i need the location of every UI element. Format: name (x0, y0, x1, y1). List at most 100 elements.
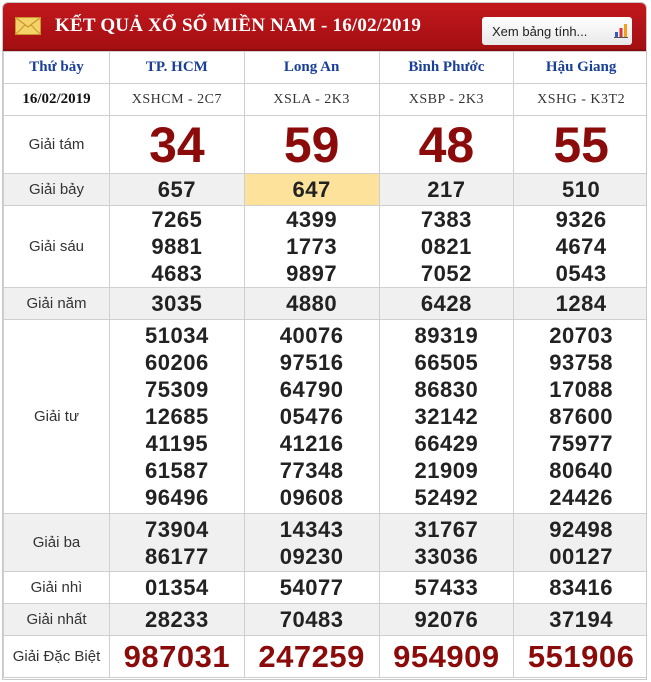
prize-cell: 4399 1773 9897 (243, 205, 380, 288)
view-table-label: Xem bảng tính... (492, 23, 588, 39)
province-code: XSBP - 2K3 (378, 83, 515, 116)
prize-number: 09608 (279, 485, 344, 510)
prize-number: 0821 (420, 234, 472, 259)
prize-number: 92498 (549, 516, 613, 542)
prize-number: 41216 (279, 431, 344, 456)
prize-number: 7265 (151, 207, 203, 232)
special-prize-number: 551906 (513, 635, 646, 678)
day-label: Thứ bảy (3, 51, 110, 84)
province-name[interactable]: Long An (243, 51, 380, 84)
prize-number: 6428 (378, 287, 515, 320)
prize-number: 3035 (109, 287, 245, 320)
prize-number: 4399 (286, 207, 338, 232)
prize-number: 96496 (145, 485, 209, 510)
prize-number: 4674 (555, 234, 607, 259)
results-panel: KẾT QUẢ XỔ SỐ MIỀN NAM - 16/02/2019 Xem … (2, 2, 647, 680)
special-prize-number: 247259 (243, 635, 380, 678)
prize-number: 4880 (243, 287, 380, 320)
prize-label: Giải Đặc Biệt (3, 635, 110, 678)
prize-number: 28233 (109, 603, 245, 636)
prize-row-g6: Giải sáu 7265 9881 4683 4399 1773 9897 7… (3, 205, 646, 288)
province-name[interactable]: Bình Phước (378, 51, 515, 84)
header-bar: KẾT QUẢ XỔ SỐ MIỀN NAM - 16/02/2019 Xem … (3, 3, 646, 51)
prize-label: Giải nhất (3, 603, 110, 636)
prize-number: 92076 (378, 603, 515, 636)
prize-number: 48 (378, 115, 515, 174)
prize-cell: 20703 93758 17088 87600 75977 80640 2442… (513, 319, 646, 514)
prize-number: 41195 (145, 431, 209, 456)
page-title: KẾT QUẢ XỔ SỐ MIỀN NAM - 16/02/2019 (55, 15, 422, 36)
prize-number: 51034 (145, 323, 209, 348)
province-name[interactable]: Hậu Giang (513, 51, 646, 84)
prize-number: 9897 (286, 261, 338, 286)
prize-number: 14343 (279, 516, 344, 542)
prize-number: 54077 (243, 571, 380, 604)
prize-number: 05476 (279, 404, 344, 429)
prize-number: 73904 (145, 516, 209, 542)
prize-cell: 51034 60206 75309 12685 41195 61587 9649… (109, 319, 245, 514)
prize-cell: 9326 4674 0543 (513, 205, 646, 288)
prize-number: 52492 (414, 485, 479, 510)
prize-number: 60206 (145, 350, 209, 375)
province-code: XSHCM - 2C7 (109, 83, 245, 116)
prize-cell: 73904 86177 (109, 513, 245, 572)
prize-label: Giải bảy (3, 173, 110, 206)
prize-number: 1284 (513, 287, 646, 320)
prize-row-g4: Giải tư 51034 60206 75309 12685 41195 61… (3, 319, 646, 514)
prize-row-g3: Giải ba 73904 86177 14343 09230 31767 33… (3, 513, 646, 572)
prize-number: 66505 (414, 350, 479, 375)
prize-number: 89319 (414, 323, 479, 348)
prize-cell: 7265 9881 4683 (109, 205, 245, 288)
prize-number: 31767 (414, 516, 479, 542)
prize-cell: 31767 33036 (378, 513, 515, 572)
prize-number: 93758 (549, 350, 613, 375)
prize-row-g8: Giải tám 34 59 48 55 (3, 115, 646, 174)
prize-number: 97516 (279, 350, 344, 375)
province-code: XSHG - K3T2 (513, 83, 646, 116)
prize-number: 86177 (145, 543, 209, 569)
prize-number: 24426 (549, 485, 613, 510)
prize-number: 40076 (279, 323, 344, 348)
prize-label: Giải tư (3, 319, 110, 514)
prize-label: Giải nhì (3, 571, 110, 604)
prize-number: 9326 (555, 207, 607, 232)
prize-number: 59 (243, 115, 380, 174)
prize-number: 00127 (549, 543, 613, 569)
prize-row-g5: Giải năm 3035 4880 6428 1284 (3, 287, 646, 320)
prize-row-special: Giải Đặc Biệt 987031 247259 954909 55190… (3, 635, 646, 678)
prize-cell: 40076 97516 64790 05476 41216 77348 0960… (243, 319, 380, 514)
prize-number: 217 (378, 173, 515, 206)
prize-number: 21909 (414, 458, 479, 483)
prize-cell: 89319 66505 86830 32142 66429 21909 5249… (378, 319, 515, 514)
province-code: XSLA - 2K3 (243, 83, 380, 116)
province-header-row: Thứ bảy TP. HCM Long An Bình Phước Hậu G… (3, 51, 646, 84)
prize-number: 510 (513, 173, 646, 206)
prize-number: 66429 (414, 431, 479, 456)
prize-number: 61587 (145, 458, 209, 483)
prize-label: Giải năm (3, 287, 110, 320)
special-prize-number: 954909 (378, 635, 515, 678)
prize-number: 55 (513, 115, 646, 174)
prize-number: 33036 (414, 543, 479, 569)
prize-number: 20703 (549, 323, 613, 348)
prize-number: 57433 (378, 571, 515, 604)
prize-number: 37194 (513, 603, 646, 636)
prize-row-g2: Giải nhì 01354 54077 57433 83416 (3, 571, 646, 604)
prize-label: Giải sáu (3, 205, 110, 288)
prize-number: 657 (109, 173, 245, 206)
envelope-icon (15, 17, 41, 35)
prize-number: 01354 (109, 571, 245, 604)
prize-number: 09230 (279, 543, 344, 569)
prize-row-g7: Giải bảy 657 647 217 510 (3, 173, 646, 206)
prize-number: 83416 (513, 571, 646, 604)
results-table: Thứ bảy TP. HCM Long An Bình Phước Hậu G… (3, 51, 646, 678)
bar-chart-icon (614, 24, 628, 38)
prize-number: 1773 (286, 234, 338, 259)
draw-date: 16/02/2019 (3, 83, 110, 116)
province-name[interactable]: TP. HCM (109, 51, 245, 84)
prize-number: 86830 (414, 377, 479, 402)
prize-number: 4683 (151, 261, 203, 286)
view-table-button[interactable]: Xem bảng tính... (482, 17, 632, 45)
prize-number: 12685 (145, 404, 209, 429)
prize-number: 0543 (555, 261, 607, 286)
